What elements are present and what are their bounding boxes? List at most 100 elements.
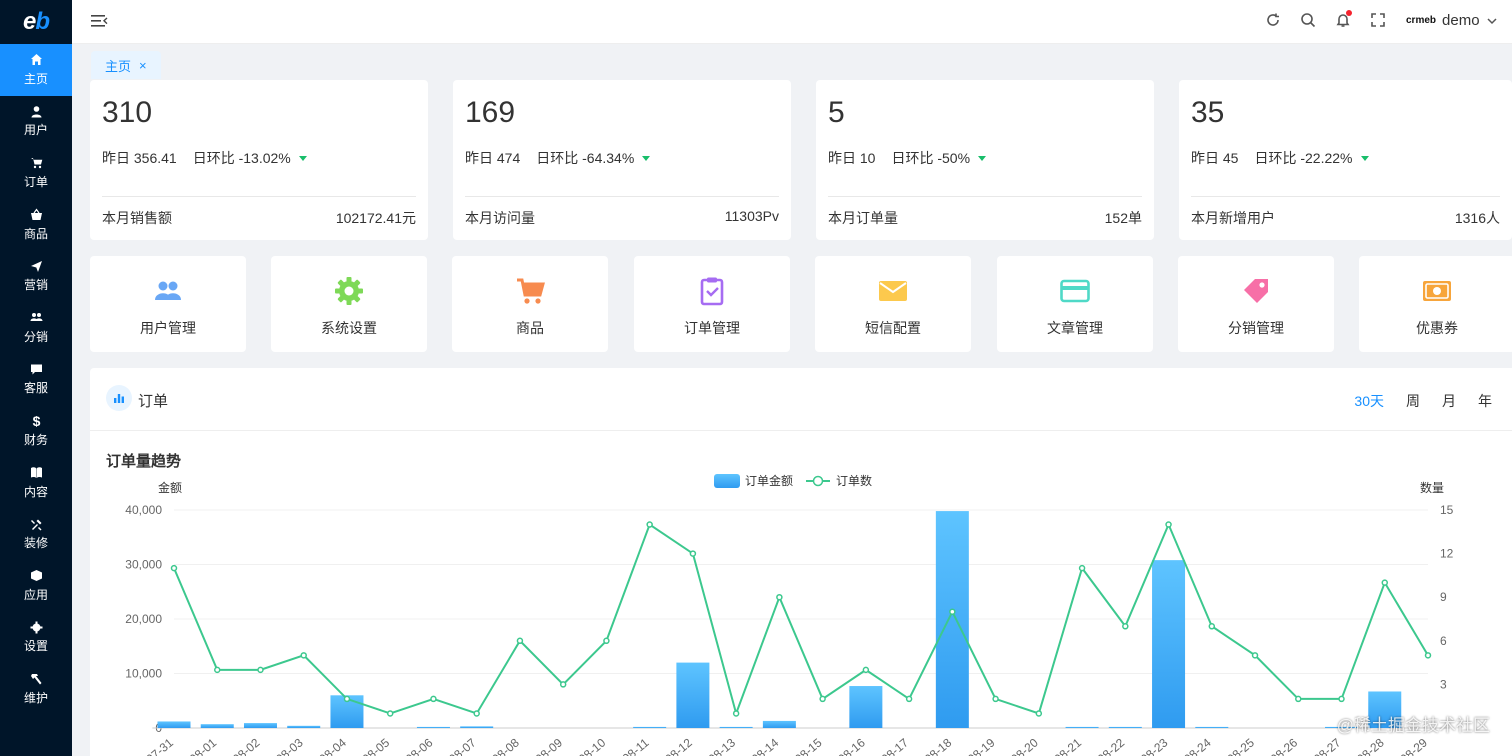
- x-tick-label: 08-08: [489, 735, 522, 756]
- sidebar-item-2[interactable]: 订单: [0, 147, 72, 199]
- stat-compare: 昨日 474 日环比 -64.34%: [465, 148, 651, 168]
- legend-line-marker: [812, 475, 824, 487]
- sidebar-item-5[interactable]: 分销: [0, 302, 72, 354]
- shortcut-item[interactable]: 文章管理: [997, 256, 1153, 352]
- range-option[interactable]: 年: [1478, 391, 1492, 411]
- sidebar-item-9[interactable]: 装修: [0, 508, 72, 560]
- line-point: [905, 695, 913, 703]
- range-option[interactable]: 月: [1442, 391, 1456, 411]
- shortcut-label: 文章管理: [1047, 320, 1103, 336]
- y-right-tick-label: 3: [1440, 677, 1447, 691]
- bar: [200, 724, 234, 728]
- shortcut-label: 短信配置: [865, 320, 921, 336]
- logo[interactable]: eb: [0, 0, 72, 44]
- divider: [102, 196, 416, 197]
- sidebar-item-label: 装修: [23, 536, 48, 551]
- sidebar-item-label: 财务: [23, 432, 48, 447]
- x-tick-label: 08-15: [792, 735, 825, 756]
- x-tick-label: 08-17: [879, 735, 912, 756]
- avatar: crmeb: [1406, 14, 1437, 26]
- stat-compare: 昨日 45 日环比 -22.22%: [1191, 148, 1369, 168]
- line-point: [1424, 652, 1432, 659]
- stat-yesterday: 昨日 45: [1191, 150, 1239, 166]
- bar: [762, 720, 796, 728]
- bar: [1152, 560, 1186, 728]
- tab-bar: 主页 ×: [72, 44, 1512, 80]
- line-point: [949, 608, 956, 615]
- line-point: [170, 564, 178, 572]
- x-tick-label: 08-20: [1008, 735, 1041, 756]
- bar-chart-icon: [106, 385, 132, 411]
- shortcut-item[interactable]: 订单管理: [634, 256, 790, 352]
- menu-toggle-icon[interactable]: [90, 12, 108, 30]
- dollar-icon: $: [29, 414, 43, 428]
- x-tick-label: 08-11: [620, 735, 652, 756]
- stat-foot-value: 1316人: [1454, 210, 1500, 226]
- shortcut-item[interactable]: 商品: [452, 256, 608, 352]
- tab-home[interactable]: 主页 ×: [91, 51, 161, 79]
- shortcut-item[interactable]: 短信配置: [815, 256, 971, 352]
- cart-icon: [515, 276, 545, 306]
- box-icon: [29, 569, 43, 583]
- legend-label: 订单数: [836, 473, 872, 488]
- sidebar-item-12[interactable]: 维护: [0, 663, 72, 715]
- shortcut-item[interactable]: 系统设置: [271, 256, 427, 352]
- x-tick-label: 08-02: [230, 735, 263, 756]
- line-point: [343, 695, 351, 703]
- sidebar-item-0[interactable]: 主页: [0, 44, 72, 96]
- sidebar-item-label: 内容: [23, 484, 48, 499]
- range-option[interactable]: 30天: [1354, 391, 1384, 411]
- bar: [719, 726, 753, 728]
- send-icon: [29, 259, 43, 273]
- search-icon[interactable]: [1300, 12, 1316, 28]
- y-left-axis-title: 金额: [158, 480, 182, 495]
- sidebar-item-label: 营销: [23, 278, 48, 293]
- bar: [416, 726, 450, 728]
- order-trend-chart: 010,00020,00030,00040,0003691215金额数量07-3…: [90, 468, 1512, 756]
- refresh-icon[interactable]: [1265, 12, 1281, 28]
- shortcut-item[interactable]: 优惠券: [1359, 256, 1512, 352]
- sidebar-item-1[interactable]: 用户: [0, 96, 72, 148]
- sidebar-item-10[interactable]: 应用: [0, 560, 72, 612]
- basket-icon: [29, 208, 43, 222]
- bell-icon[interactable]: [1335, 10, 1352, 28]
- sidebar-item-4[interactable]: 营销: [0, 250, 72, 302]
- line-point: [430, 695, 437, 703]
- sidebar-item-8[interactable]: 内容: [0, 457, 72, 509]
- sidebar-item-3[interactable]: 商品: [0, 199, 72, 251]
- sidebar-item-6[interactable]: 客服: [0, 354, 72, 406]
- divider: [828, 196, 1142, 197]
- line-point: [992, 695, 999, 703]
- x-tick-label: 08-13: [706, 735, 739, 756]
- line-point: [516, 637, 524, 645]
- hammer-icon: [29, 672, 43, 686]
- close-icon[interactable]: ×: [139, 58, 147, 73]
- sidebar-nav: 主页 用户 订单 商品营销分销 客服 $ 财务内容装修应用 设置 维护: [0, 44, 72, 715]
- range-option[interactable]: 周: [1406, 391, 1420, 411]
- bar: [243, 723, 277, 728]
- fullscreen-icon[interactable]: [1370, 12, 1386, 28]
- x-tick-label: 08-26: [1268, 735, 1301, 756]
- shortcut-item[interactable]: 分销管理: [1178, 256, 1334, 352]
- y-left-tick-label: 40,000: [125, 503, 162, 517]
- stat-ratio: 日环比 -64.34%: [536, 150, 635, 166]
- user-menu[interactable]: crmeb demo: [1406, 10, 1498, 30]
- watermark: @稀土掘金技术社区: [1336, 716, 1490, 735]
- y-right-tick-label: 9: [1440, 590, 1447, 604]
- orders-panel: 订单 30天周月年 订单量趋势 010,00020,00030,00040,00…: [90, 368, 1512, 756]
- x-tick-label: 08-18: [922, 735, 955, 756]
- x-tick-label: 08-06: [403, 735, 436, 756]
- line-point: [603, 637, 610, 645]
- shortcut-item[interactable]: 用户管理: [90, 256, 246, 352]
- bar: [849, 686, 883, 728]
- svg-text:$: $: [32, 414, 40, 427]
- trend-down-icon: [642, 155, 651, 161]
- user-icon: [29, 104, 43, 118]
- chart-svg: 010,00020,00030,00040,0003691215金额数量07-3…: [125, 473, 1453, 756]
- legend: 订单金额 订单数: [714, 473, 872, 488]
- line-point: [473, 710, 480, 717]
- sidebar-item-11[interactable]: 设置: [0, 612, 72, 664]
- x-tick-label: 08-29: [1397, 735, 1430, 756]
- sidebar-item-7[interactable]: $ 财务: [0, 405, 72, 457]
- y-right-tick-label: 6: [1440, 634, 1447, 648]
